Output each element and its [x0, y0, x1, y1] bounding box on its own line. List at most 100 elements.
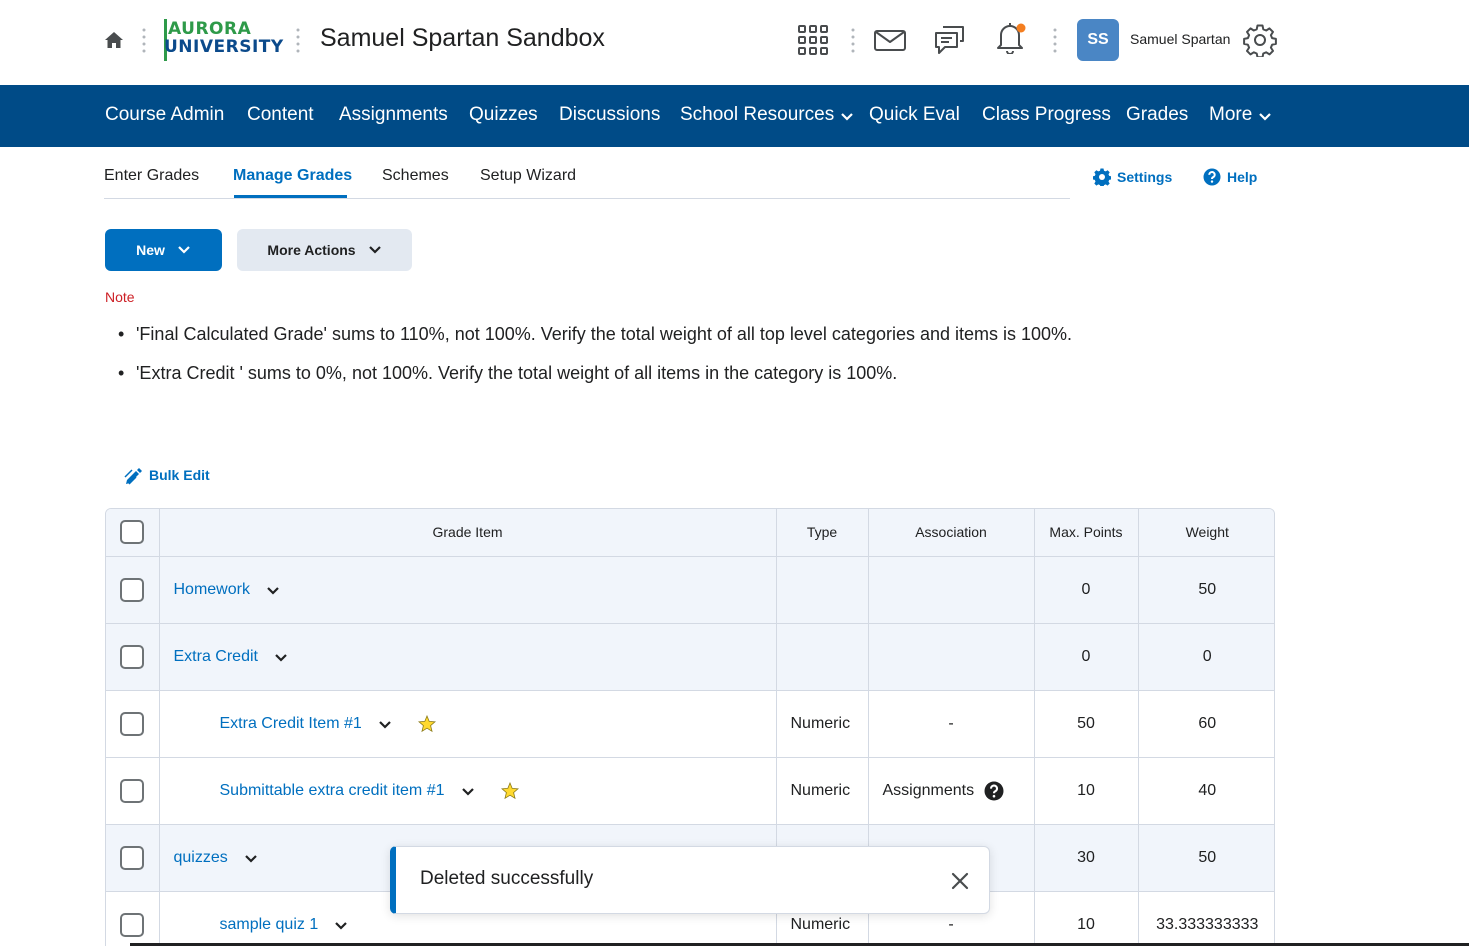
nav-course-admin[interactable]: Course Admin [105, 104, 224, 126]
more-actions-button[interactable]: More Actions [237, 229, 412, 271]
grade-item-link[interactable]: Extra Credit [174, 648, 258, 666]
settings-label: Settings [1117, 169, 1173, 185]
nav-quick-eval[interactable]: Quick Eval [869, 104, 960, 126]
type-cell: Numeric [776, 757, 869, 825]
select-all-checkbox[interactable] [120, 520, 145, 545]
new-button[interactable]: New [105, 229, 222, 271]
course-title[interactable]: Samuel Spartan Sandbox [320, 24, 605, 53]
bulk-edit-button[interactable]: Bulk Edit [124, 465, 210, 485]
nav-label: Class Progress [982, 104, 1111, 125]
close-icon[interactable] [949, 870, 971, 892]
column-header-max-points[interactable]: Max. Points [1034, 509, 1139, 557]
new-button-label: New [136, 242, 165, 258]
tab-setup-wizard[interactable]: Setup Wizard [480, 167, 576, 185]
nav-grades[interactable]: Grades [1126, 104, 1188, 126]
help-icon [1203, 168, 1221, 186]
logo-line1: AURORA [168, 19, 252, 39]
toast-message: Deleted successfully [420, 868, 594, 889]
home-icon[interactable] [104, 30, 124, 50]
association-cell: Assignments [882, 781, 975, 799]
select-all-cell [106, 509, 160, 557]
association-cell [868, 556, 1035, 624]
bonus-star-icon [417, 714, 436, 733]
tab-schemes[interactable]: Schemes [382, 167, 449, 185]
nav-label: More [1209, 104, 1253, 125]
course-navbar: Course Admin Content Assignments Quizzes… [0, 85, 1469, 147]
row-checkbox[interactable] [120, 577, 145, 602]
app-grid-icon[interactable] [796, 23, 830, 57]
logo-line2: UNIVERSITY [164, 37, 284, 57]
nav-more[interactable]: More [1209, 104, 1272, 126]
chevron-down-icon[interactable] [266, 586, 280, 596]
settings-link[interactable]: Settings [1093, 168, 1172, 186]
max-points-cell: 10 [1034, 891, 1139, 946]
grade-item-link[interactable]: sample quiz 1 [220, 916, 319, 934]
weight-cell: 40 [1138, 757, 1274, 825]
row-checkbox[interactable] [120, 711, 145, 736]
gear-icon[interactable] [1243, 23, 1277, 57]
chat-icon[interactable] [933, 23, 967, 57]
column-header-type[interactable]: Type [776, 509, 869, 557]
bonus-star-icon [500, 781, 519, 800]
bulk-edit-label: Bulk Edit [149, 467, 210, 483]
note-label: Note [105, 289, 135, 305]
grades-subtabs: Enter Grades Manage Grades Schemes Setup… [104, 160, 1070, 199]
grade-item-link[interactable]: Extra Credit Item #1 [220, 715, 362, 733]
association-cell [868, 623, 1035, 691]
weight-cell: 50 [1138, 556, 1274, 624]
toast-notification: Deleted successfully [390, 846, 990, 914]
chevron-down-icon[interactable] [461, 787, 475, 797]
bell-icon[interactable] [993, 20, 1027, 54]
nav-discussions[interactable]: Discussions [559, 104, 660, 126]
chevron-down-icon [368, 246, 381, 254]
column-header-grade-item[interactable]: Grade Item [159, 509, 777, 557]
nav-label: Grades [1126, 104, 1189, 125]
chevron-down-icon[interactable] [378, 720, 392, 730]
separator-dots [851, 28, 855, 53]
note-item: 'Final Calculated Grade' sums to 110%, n… [118, 323, 1072, 345]
top-header: AURORA UNIVERSITY Samuel Spartan Sandbox [0, 0, 1469, 85]
weight-cell: 60 [1138, 690, 1274, 758]
mail-icon[interactable] [873, 23, 907, 57]
row-checkbox[interactable] [120, 644, 145, 669]
nav-label: Quick Eval [869, 104, 960, 125]
nav-quizzes[interactable]: Quizzes [469, 104, 538, 126]
nav-assignments[interactable]: Assignments [339, 104, 448, 126]
nav-label: Assignments [339, 104, 448, 125]
row-checkbox[interactable] [120, 912, 145, 937]
table-row: Submittable extra credit item #1 Numeric… [106, 757, 1274, 825]
help-icon[interactable] [984, 781, 1004, 801]
tab-manage-grades[interactable]: Manage Grades [233, 167, 352, 185]
university-logo[interactable]: AURORA UNIVERSITY [164, 19, 284, 61]
help-link[interactable]: Help [1203, 168, 1257, 186]
row-checkbox[interactable] [120, 778, 145, 803]
chevron-down-icon[interactable] [274, 653, 288, 663]
max-points-cell: 50 [1034, 690, 1139, 758]
table-row: Homework 0 50 [106, 556, 1274, 624]
nav-content[interactable]: Content [247, 104, 314, 126]
separator-dots [296, 28, 300, 53]
association-cell: - [868, 690, 1035, 758]
grade-item-link[interactable]: Homework [174, 581, 250, 599]
column-header-association[interactable]: Association [868, 509, 1035, 557]
avatar[interactable]: SS [1077, 19, 1119, 61]
nav-class-progress[interactable]: Class Progress [982, 104, 1111, 126]
nav-school-resources[interactable]: School Resources [680, 104, 854, 126]
grade-item-link[interactable]: Submittable extra credit item #1 [220, 782, 445, 800]
user-name[interactable]: Samuel Spartan [1130, 31, 1230, 47]
row-checkbox[interactable] [120, 845, 145, 870]
table-header-row: Grade Item Type Association Max. Points … [106, 509, 1274, 557]
type-cell [776, 556, 869, 624]
column-header-weight[interactable]: Weight [1138, 509, 1274, 557]
weight-cell: 0 [1138, 623, 1274, 691]
notification-dot [1016, 23, 1026, 33]
note-item: 'Extra Credit ' sums to 0%, not 100%. Ve… [118, 362, 1072, 384]
max-points-cell: 0 [1034, 556, 1139, 624]
max-points-cell: 10 [1034, 757, 1139, 825]
chevron-down-icon[interactable] [244, 854, 258, 864]
grade-item-link[interactable]: quizzes [174, 849, 228, 867]
chevron-down-icon[interactable] [334, 921, 348, 931]
tab-enter-grades[interactable]: Enter Grades [104, 167, 199, 185]
separator-dots [142, 28, 146, 53]
nav-label: Discussions [559, 104, 661, 125]
